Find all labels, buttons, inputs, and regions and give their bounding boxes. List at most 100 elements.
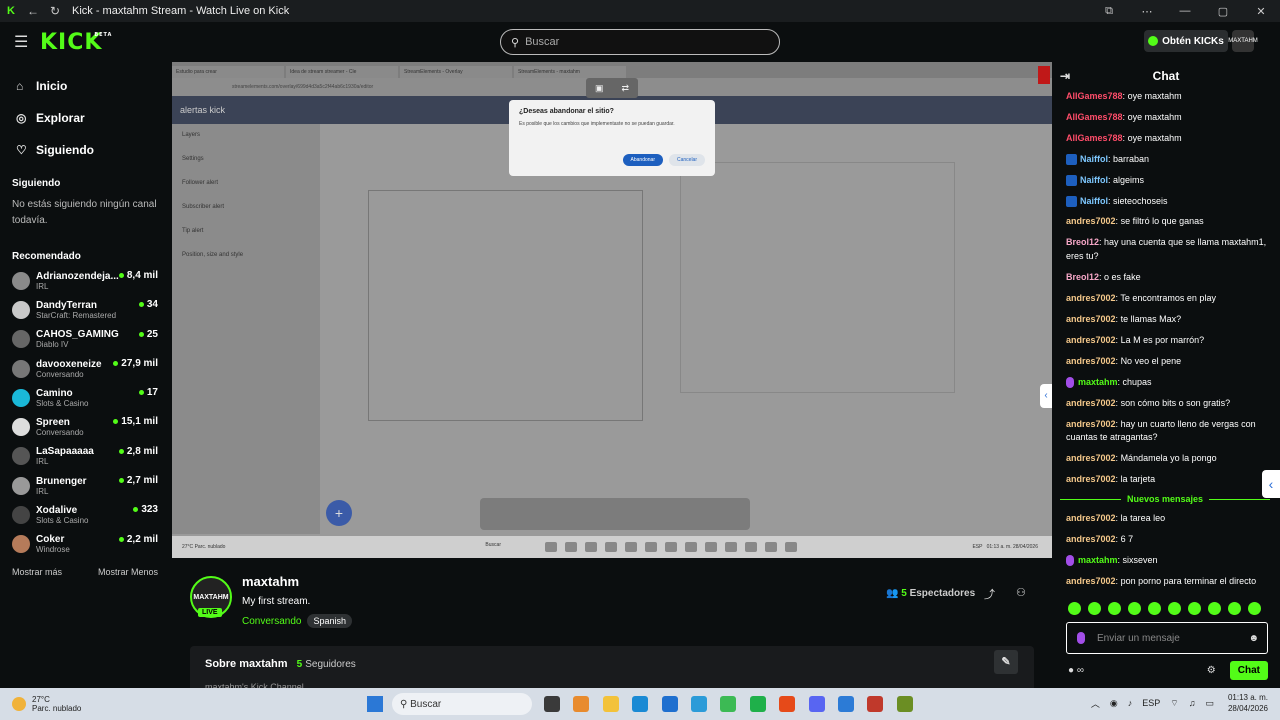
video-edge-arrow-icon[interactable]: ‹ [1040, 384, 1052, 408]
nav-item-siguiendo[interactable]: ♡ Siguiendo [16, 134, 172, 166]
store-icon[interactable] [661, 696, 678, 712]
chat-username[interactable]: andres7002 [1066, 453, 1116, 463]
menu-icon[interactable]: ☰ [14, 32, 34, 52]
channel-viewers: 8,4 mil [118, 270, 158, 281]
reload-icon[interactable]: ↻ [44, 4, 66, 18]
kick-app-icon[interactable] [749, 696, 766, 712]
battery-icon[interactable]: ▭ [1205, 698, 1214, 709]
edge-icon[interactable] [632, 696, 649, 712]
minecraft-icon[interactable] [896, 696, 913, 712]
share-icon[interactable]: ⤴ [984, 586, 995, 602]
language-indicator[interactable]: ESP [1142, 698, 1160, 708]
chat-username[interactable]: andres7002 [1066, 293, 1116, 303]
show-less-link[interactable]: Mostrar Menos [98, 567, 158, 577]
recommended-channel[interactable]: Spreen Conversando 15,1 mil [0, 412, 172, 441]
app-install-icon[interactable]: ⧉ [1090, 5, 1128, 18]
chat-username[interactable]: maxtahm [1078, 555, 1118, 565]
taskbar-search[interactable]: ⚲ Buscar [392, 693, 532, 715]
emote-icon[interactable] [1108, 602, 1121, 615]
chat-username[interactable]: andres7002 [1066, 513, 1116, 523]
chat-username[interactable]: Naiffol [1080, 175, 1108, 185]
copilot-icon[interactable] [573, 696, 590, 712]
chat-username[interactable]: Naiffol [1080, 154, 1108, 164]
chat-username[interactable]: maxtahm [1078, 377, 1118, 387]
edit-icon[interactable]: ✎ [994, 650, 1018, 674]
nav-item-explorar[interactable]: ◎ Explorar [16, 102, 172, 134]
emote-icon[interactable] [1068, 602, 1081, 615]
send-chat-button[interactable]: Chat [1229, 660, 1268, 680]
chat-username[interactable]: andres7002 [1066, 314, 1116, 324]
emoji-icon[interactable]: ☻ [1248, 633, 1259, 644]
recommended-channel[interactable]: Brunenger IRL 2,7 mil [0, 471, 172, 500]
emote-icon[interactable] [1128, 602, 1141, 615]
follow-user-icon[interactable]: ⚇ [1016, 586, 1026, 599]
outlook-icon[interactable] [690, 696, 707, 712]
close-icon[interactable]: ✕ [1242, 5, 1280, 18]
recommended-channel[interactable]: Camino Slots & Casino 17 [0, 383, 172, 412]
obs-icon[interactable] [867, 696, 884, 712]
wifi-icon[interactable]: ⌔ [1170, 698, 1178, 709]
chat-username[interactable]: andres7002 [1066, 335, 1116, 345]
new-messages-divider[interactable]: Nuevos mensajes [1060, 494, 1270, 504]
get-kicks-button[interactable]: Obtén KICKs [1144, 30, 1228, 52]
emote-icon[interactable] [1188, 602, 1201, 615]
emote-icon[interactable] [1168, 602, 1181, 615]
back-icon[interactable]: ← [22, 4, 44, 18]
more-icon[interactable]: ⋯ [1128, 5, 1166, 18]
chrome-icon[interactable] [720, 696, 737, 712]
discord-icon[interactable] [808, 696, 825, 712]
stream-category[interactable]: Conversando [242, 616, 301, 627]
maximize-icon[interactable]: ▢ [1204, 5, 1242, 18]
chat-username[interactable]: Breol12 [1066, 272, 1099, 282]
chat-username[interactable]: andres7002 [1066, 419, 1116, 429]
recommended-channel[interactable]: LaSapaaaaa IRL 2,8 mil [0, 442, 172, 471]
task-view-icon[interactable] [544, 696, 560, 712]
chat-username[interactable]: Naiffol [1080, 196, 1108, 206]
user-avatar[interactable]: MAXTAHM [1228, 30, 1258, 52]
windows-start-icon[interactable] [367, 696, 383, 712]
emote-icon[interactable] [1208, 602, 1221, 615]
emote-icon[interactable] [1228, 602, 1241, 615]
chat-username[interactable]: AllGames788 [1066, 133, 1123, 143]
chat-badges-icon[interactable]: ● ∞ [1068, 665, 1084, 676]
chat-username[interactable]: andres7002 [1066, 474, 1116, 484]
weather-widget[interactable]: 27°C Parc. nublado [12, 695, 81, 713]
chat-username[interactable]: Breol12 [1066, 237, 1099, 247]
chat-username[interactable]: andres7002 [1066, 216, 1116, 226]
streamer-name[interactable]: maxtahm [242, 574, 299, 589]
gear-icon[interactable]: ⚙ [1207, 665, 1216, 676]
video-player[interactable]: Estudio para crear Idea de stream streame… [172, 62, 1052, 558]
app-icon[interactable] [837, 696, 854, 712]
taskbar-clock[interactable]: 01:13 a. m. 28/04/2026 [1228, 692, 1268, 714]
chat-username[interactable]: andres7002 [1066, 576, 1116, 586]
recommended-channel[interactable]: Xodalive Slots & Casino 323 [0, 500, 172, 529]
search-input[interactable]: ⚲ Buscar [500, 29, 780, 55]
tray-chevron-icon[interactable]: ︿ [1091, 697, 1100, 710]
file-explorer-icon[interactable] [602, 696, 619, 712]
mic-icon[interactable]: ♪ [1128, 698, 1133, 708]
edge-arrow-icon[interactable]: ‹ [1262, 470, 1280, 498]
emote-icon[interactable] [1148, 602, 1161, 615]
nav-item-inicio[interactable]: ⌂ Inicio [16, 70, 172, 102]
kick-logo[interactable]: KICK BETA [40, 30, 111, 55]
emote-icon[interactable] [1088, 602, 1101, 615]
emote-icon[interactable] [1248, 602, 1261, 615]
chat-username[interactable]: AllGames788 [1066, 91, 1123, 101]
recommended-channel[interactable]: DandyTerran StarCraft: Remastered 34 [0, 295, 172, 324]
chat-input[interactable]: Enviar un mensaje ☻ [1066, 622, 1268, 654]
minimize-icon[interactable]: — [1166, 5, 1204, 18]
network-icon[interactable]: ◉ [1110, 698, 1118, 709]
show-more-link[interactable]: Mostrar más [12, 567, 62, 577]
language-tag[interactable]: Spanish [307, 614, 353, 628]
volume-icon[interactable]: ♫ [1189, 698, 1196, 708]
brave-icon[interactable] [779, 696, 796, 712]
recommended-channel[interactable]: Coker Windrose 2,2 mil [0, 530, 172, 559]
chat-username[interactable]: andres7002 [1066, 534, 1116, 544]
recommended-channel[interactable]: Adrianozendeja... IRL 8,4 mil [0, 266, 172, 295]
recommended-channel[interactable]: CAHOS_GAMING Diablo IV 25 [0, 325, 172, 354]
chat-username[interactable]: andres7002 [1066, 398, 1116, 408]
collapse-chat-icon[interactable]: ⇥ [1060, 69, 1070, 83]
chat-username[interactable]: andres7002 [1066, 356, 1116, 366]
chat-username[interactable]: AllGames788 [1066, 112, 1123, 122]
recommended-channel[interactable]: davooxeneize Conversando 27,9 mil [0, 354, 172, 383]
